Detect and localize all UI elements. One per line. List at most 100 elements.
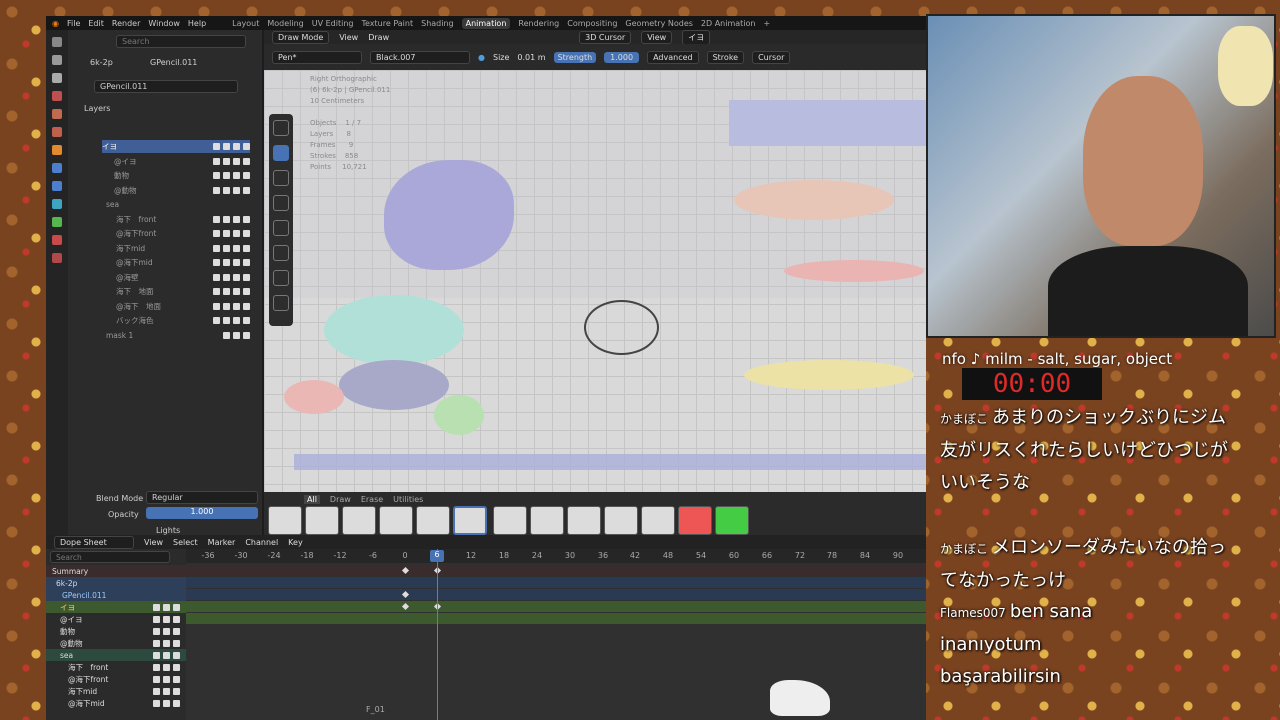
brush-thumbnail[interactable]: [641, 506, 675, 535]
brush-tab-utilities[interactable]: Utilities: [393, 495, 423, 504]
data-block-name-field[interactable]: GPencil.011: [94, 80, 238, 93]
view-dropdown[interactable]: View: [641, 30, 673, 44]
layer-group-sea[interactable]: sea: [102, 198, 250, 211]
brush-thumbnail[interactable]: [530, 506, 564, 535]
channel-scene[interactable]: 6k-2p: [46, 577, 186, 589]
workspace-tab-layout[interactable]: Layout: [232, 19, 259, 28]
brush-thumbnail[interactable]: [678, 506, 712, 535]
channel-layer[interactable]: 海下 front: [46, 661, 186, 673]
channel-layer[interactable]: @イヨ: [46, 613, 186, 625]
channel-object[interactable]: GPencil.011: [46, 589, 186, 601]
fill-tool-icon[interactable]: [273, 195, 289, 211]
globe-icon[interactable]: ●: [478, 53, 485, 62]
layer-item[interactable]: mask 1: [102, 329, 250, 342]
menu-window[interactable]: Window: [148, 19, 180, 28]
stroke-dropdown[interactable]: Stroke: [706, 50, 745, 64]
workspace-tab-rendering[interactable]: Rendering: [518, 19, 559, 28]
properties-search-input[interactable]: Search: [116, 35, 246, 48]
brush-thumbnail[interactable]: [567, 506, 601, 535]
workspace-tab-animation[interactable]: Animation: [461, 17, 511, 29]
blend-mode-dropdown[interactable]: Regular: [146, 491, 258, 504]
playhead-line[interactable]: [437, 549, 438, 720]
brush-tab-all[interactable]: All: [304, 494, 320, 504]
layer-item[interactable]: 海下 地面: [102, 285, 250, 298]
workspace-tab-geometry-nodes[interactable]: Geometry Nodes: [625, 19, 692, 28]
dope-channel-menu[interactable]: Channel: [245, 538, 278, 547]
material-tab-icon[interactable]: [52, 235, 62, 245]
opacity-slider[interactable]: 1.000: [146, 507, 258, 519]
brush-thumbnail[interactable]: [604, 506, 638, 535]
eyedropper-tool-icon[interactable]: [273, 270, 289, 286]
view-layer-tab-icon[interactable]: [52, 91, 62, 101]
layer-item[interactable]: バック海色: [102, 314, 250, 327]
texture-tab-icon[interactable]: [52, 253, 62, 263]
layer-item[interactable]: 海下mid: [102, 242, 250, 255]
brush-thumbnail[interactable]: [379, 506, 413, 535]
modifier-tab-icon[interactable]: [52, 163, 62, 173]
brush-tab-draw[interactable]: Draw: [330, 495, 351, 504]
menu-file[interactable]: File: [67, 19, 80, 28]
cutter-tool-icon[interactable]: [273, 245, 289, 261]
channel-layer[interactable]: @動物: [46, 637, 186, 649]
channel-layer[interactable]: 動物: [46, 625, 186, 637]
menu-edit[interactable]: Edit: [88, 19, 104, 28]
channel-group-sea[interactable]: sea: [46, 649, 186, 661]
draw-menu[interactable]: Draw: [368, 33, 389, 42]
effects-tab-icon[interactable]: [52, 181, 62, 191]
physics-tab-icon[interactable]: [52, 199, 62, 209]
brush-tab-erase[interactable]: Erase: [361, 495, 383, 504]
strength-field[interactable]: 1.000: [604, 51, 640, 63]
brush-thumbnail[interactable]: [342, 506, 376, 535]
channel-layer[interactable]: 海下mid: [46, 685, 186, 697]
layer-item[interactable]: イヨ: [102, 140, 250, 153]
channel-layer[interactable]: @海下front: [46, 673, 186, 685]
current-frame-indicator[interactable]: 6: [430, 550, 444, 562]
material-dropdown[interactable]: Black.007: [370, 50, 470, 64]
channel-search-input[interactable]: Search: [50, 551, 170, 563]
editor-type-dropdown[interactable]: Dope Sheet: [54, 535, 134, 549]
workspace-tab-2d-animation[interactable]: 2D Animation: [701, 19, 756, 28]
dope-select-menu[interactable]: Select: [173, 538, 198, 547]
drawing-canvas[interactable]: Right Orthographic (6) 6k-2p | GPencil.0…: [264, 70, 926, 492]
brush-thumbnail[interactable]: [268, 506, 302, 535]
marker-label[interactable]: F_01: [366, 705, 385, 714]
mode-dropdown[interactable]: Draw Mode: [272, 30, 330, 44]
channel-layer[interactable]: @海下mid: [46, 697, 186, 709]
brush-thumbnail[interactable]: [305, 506, 339, 535]
dope-key-menu[interactable]: Key: [288, 538, 303, 547]
layer-item[interactable]: @動物: [102, 184, 250, 197]
curve-tool-icon[interactable]: [273, 295, 289, 311]
placement-dropdown[interactable]: 3D Cursor: [579, 30, 632, 44]
add-workspace-button[interactable]: +: [763, 19, 770, 28]
brush-thumbnail[interactable]: [416, 506, 450, 535]
layer-item[interactable]: @海下mid: [102, 256, 250, 269]
menu-render[interactable]: Render: [112, 19, 140, 28]
object-tab-icon[interactable]: [52, 145, 62, 155]
erase-tool-icon[interactable]: [273, 170, 289, 186]
dope-view-menu[interactable]: View: [144, 538, 163, 547]
brush-dropdown[interactable]: Pen*: [272, 50, 362, 64]
dope-marker-menu[interactable]: Marker: [208, 538, 236, 547]
workspace-tab-compositing[interactable]: Compositing: [567, 19, 617, 28]
workspace-tab-texture-paint[interactable]: Texture Paint: [361, 19, 413, 28]
layer-item[interactable]: @海下 地面: [102, 300, 250, 313]
channel-summary[interactable]: Summary: [46, 565, 186, 577]
view-menu[interactable]: View: [339, 33, 358, 42]
brush-thumbnail[interactable]: [715, 506, 749, 535]
menu-help[interactable]: Help: [188, 19, 206, 28]
tool-tab-icon[interactable]: [52, 37, 62, 47]
world-tab-icon[interactable]: [52, 127, 62, 137]
brush-thumbnail[interactable]: [493, 506, 527, 535]
size-field[interactable]: 0.01 m: [517, 53, 545, 62]
data-tab-icon[interactable]: [52, 217, 62, 227]
lights-checkbox[interactable]: Lights: [156, 526, 180, 535]
channel-layer[interactable]: イヨ: [46, 601, 186, 613]
advanced-dropdown[interactable]: Advanced: [647, 50, 699, 64]
draw-tool-icon[interactable]: [273, 145, 289, 161]
layer-item[interactable]: 動物: [102, 169, 250, 182]
layer-item[interactable]: @海下front: [102, 227, 250, 240]
layer-item[interactable]: @海壁: [102, 271, 250, 284]
workspace-tab-modeling[interactable]: Modeling: [267, 19, 303, 28]
layer-item[interactable]: @イヨ: [102, 155, 250, 168]
workspace-tab-shading[interactable]: Shading: [421, 19, 454, 28]
